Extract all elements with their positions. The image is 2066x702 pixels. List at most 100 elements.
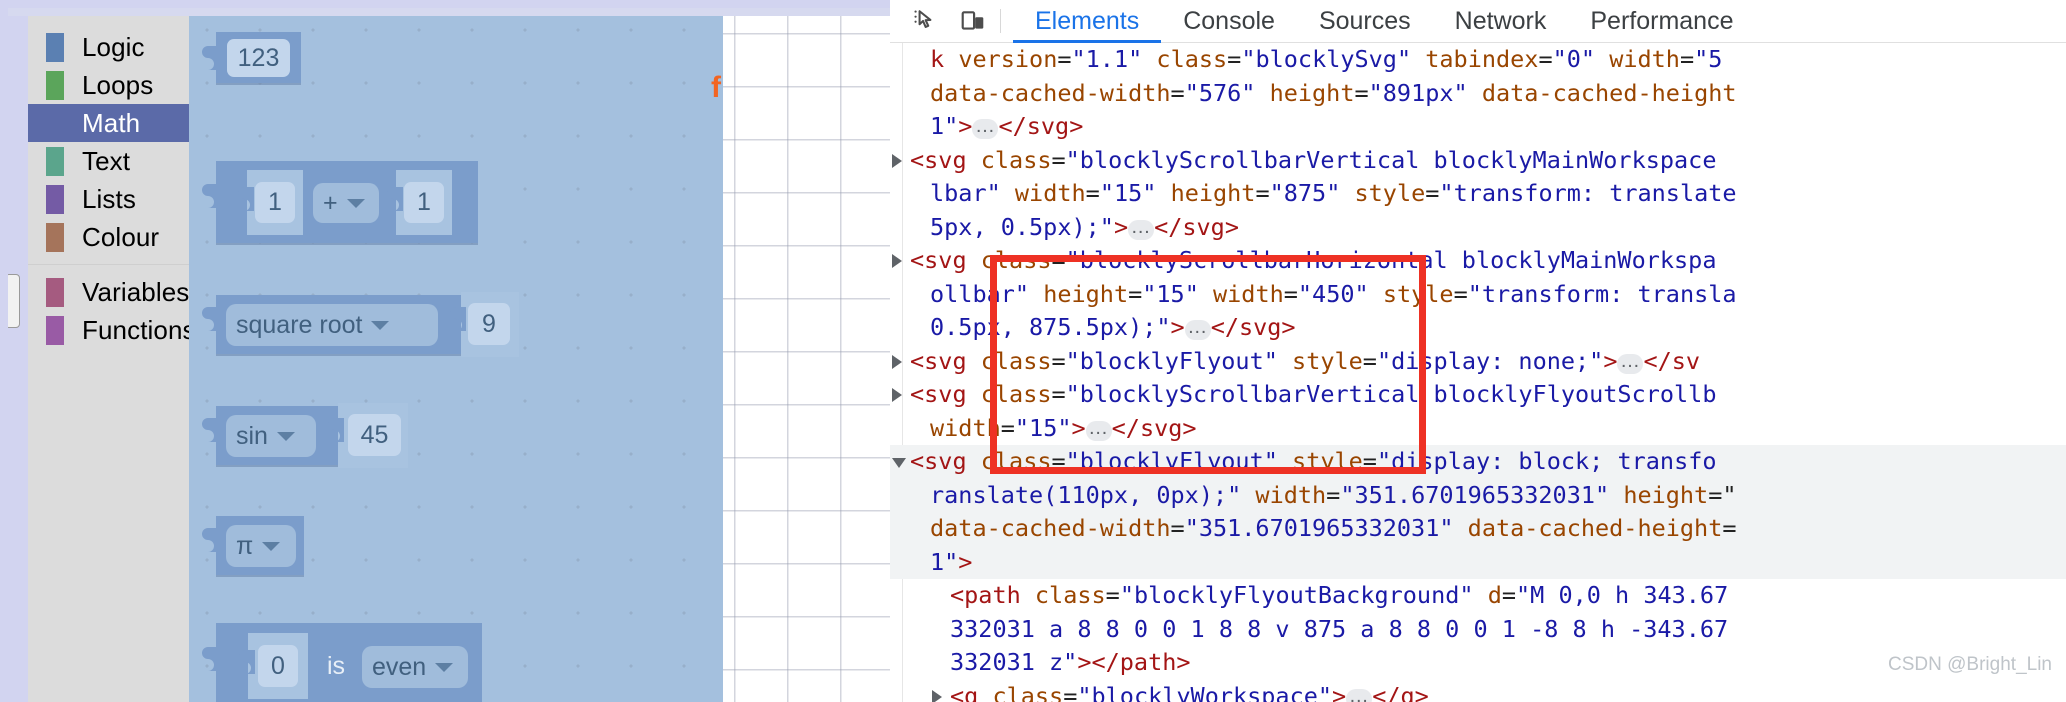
- root-value-field[interactable]: 9: [468, 303, 510, 345]
- code-token-plain: =: [1063, 681, 1078, 702]
- toolbox-category-math[interactable]: Math: [28, 104, 189, 142]
- toolbox-category-text[interactable]: Text: [28, 142, 189, 180]
- dom-tree-line[interactable]: 1">… </svg>: [890, 110, 2066, 144]
- tree-collapsed-arrow-icon[interactable]: [932, 689, 942, 702]
- dom-tree-line[interactable]: <g class="blocklyWorkspace">… </g>: [890, 680, 2066, 702]
- code-token-val: "blocklySvg": [1241, 45, 1412, 73]
- toolbox-category-functions[interactable]: Functions: [28, 311, 196, 349]
- collapsed-children-icon[interactable]: …: [1346, 686, 1373, 702]
- property-dropdown[interactable]: even: [362, 646, 468, 688]
- code-token-attr: class: [980, 145, 1052, 174]
- dom-tree-line[interactable]: <path class="blocklyFlyoutBackground" d=…: [890, 579, 2066, 613]
- blockly-toolbox[interactable]: Logic Loops Math Text Lists Colour Variables Fu…: [28, 16, 196, 702]
- dom-tree-line[interactable]: 332031 a 8 8 0 0 1 8 8 v 875 a 8 8 0 0 1…: [890, 613, 2066, 647]
- block-math-number-property[interactable]: 0 is even: [202, 623, 482, 702]
- toolbar-divider: [1000, 9, 1001, 33]
- code-token-val: "display: block; transfo: [1376, 447, 1717, 475]
- toolbox-category-colour[interactable]: Colour: [28, 218, 189, 256]
- operator-dropdown[interactable]: +: [313, 183, 379, 223]
- dom-tree-line[interactable]: 0.5px, 875.5px);">… </svg>: [890, 311, 2066, 345]
- tree-collapsed-arrow-icon[interactable]: [892, 388, 902, 402]
- block-math-constant[interactable]: π: [202, 516, 304, 575]
- category-color-swatch: [46, 33, 64, 62]
- socket-b-notch-icon: [385, 187, 403, 221]
- dom-tree-line[interactable]: k version="1.1" class="blocklySvg" tabin…: [890, 43, 2066, 77]
- trig-value-field[interactable]: 45: [348, 414, 401, 456]
- dom-tree-line[interactable]: <svg class="blocklyScrollbarVertical blo…: [890, 144, 2066, 178]
- code-token-plain: =: [1000, 413, 1015, 442]
- code-token-attr: height: [1170, 179, 1256, 207]
- devtools-tab-performance[interactable]: Performance: [1568, 0, 1755, 42]
- code-token-tagc: >: [1170, 313, 1185, 341]
- toolbox-category-loops[interactable]: Loops: [28, 66, 189, 104]
- number-field[interactable]: 123: [227, 39, 290, 77]
- dom-tree-line[interactable]: <svg class="blocklyScrollbarHorizontal b…: [890, 244, 2066, 278]
- operand-b-field[interactable]: 1: [404, 182, 444, 223]
- code-token-val: "blocklyScrollbarVertical blocklyMainWor…: [1065, 145, 1717, 174]
- constant-dropdown[interactable]: π: [226, 525, 296, 567]
- dom-tree-line[interactable]: data-cached-width="576" height="891px" d…: [890, 77, 2066, 111]
- code-token-plain: =: [1085, 179, 1100, 207]
- collapsed-children-icon[interactable]: …: [1128, 217, 1155, 240]
- elements-tree[interactable]: k version="1.1" class="blocklySvg" tabin…: [890, 43, 2066, 702]
- inspect-element-icon[interactable]: [908, 6, 942, 36]
- device-toolbar-icon[interactable]: [956, 6, 990, 36]
- code-token-tagc: </g>: [1372, 681, 1429, 702]
- block-math-number[interactable]: 123: [202, 32, 301, 83]
- chevron-down-icon: [276, 431, 295, 441]
- dom-tree-line[interactable]: data-cached-width="351.6701965332031" da…: [890, 512, 2066, 546]
- dom-tree-line[interactable]: <svg class="blocklyFlyout" style="displa…: [890, 345, 2066, 379]
- tree-collapsed-arrow-icon[interactable]: [892, 254, 902, 268]
- trig-operator-dropdown[interactable]: sin: [226, 415, 316, 457]
- code-token-val: "5: [1694, 45, 1723, 73]
- code-token-attr: height: [1623, 480, 1709, 509]
- toolbox-category-lists[interactable]: Lists: [28, 180, 189, 218]
- toolbox-category-variables[interactable]: Variables: [28, 273, 189, 311]
- property-value-field[interactable]: 0: [258, 645, 298, 687]
- tree-collapsed-arrow-icon[interactable]: [892, 354, 902, 369]
- dom-tree-line[interactable]: width="15">… </svg>: [890, 412, 2066, 446]
- collapsed-children-icon[interactable]: …: [1184, 317, 1211, 340]
- code-token-val: "875": [1269, 179, 1341, 207]
- tree-expanded-arrow-icon[interactable]: [892, 458, 906, 468]
- dom-tree-line[interactable]: ollbar" height="15" width="450" style="t…: [890, 278, 2066, 312]
- dom-tree-line[interactable]: lbar" width="15" height="875" style="tra…: [890, 177, 2066, 211]
- devtools-tab-network[interactable]: Network: [1433, 0, 1569, 42]
- dom-tree-line[interactable]: 1">: [890, 545, 2066, 579]
- devtools-tab-console[interactable]: Console: [1161, 0, 1297, 42]
- devtools-tabbar: Elements Console Sources Network Performance: [890, 0, 2066, 43]
- dom-line-content: k version="1.1" class="blocklySvg" tabin…: [930, 45, 1722, 73]
- toolbox-top-spacer: [28, 16, 189, 28]
- collapse-handle[interactable]: [8, 274, 20, 328]
- tree-collapsed-arrow-icon[interactable]: [892, 153, 902, 168]
- collapsed-children-icon[interactable]: …: [1617, 351, 1644, 374]
- dom-line-content: <svg class="blocklyFlyout" style="displa…: [910, 347, 1700, 375]
- devtools-tab-sources[interactable]: Sources: [1297, 0, 1433, 42]
- devtools-tab-elements[interactable]: Elements: [1013, 0, 1161, 42]
- dom-tree-line[interactable]: <svg class="blocklyFlyout" style="displa…: [890, 445, 2066, 479]
- dom-line-content: data-cached-width="351.6701965332031" da…: [930, 514, 1737, 542]
- block-math-arithmetic[interactable]: 1 + 1: [202, 161, 478, 243]
- dom-tree-line[interactable]: ranslate(110px, 0px);" width="351.670196…: [890, 478, 2066, 512]
- operand-a-field[interactable]: 1: [255, 182, 295, 223]
- dom-line-content: ollbar" height="15" width="450" style="t…: [930, 280, 1737, 308]
- code-token-val: "blocklyFlyout": [1065, 447, 1278, 475]
- collapsed-children-icon[interactable]: …: [1085, 418, 1112, 441]
- toolbox-category-logic[interactable]: Logic: [28, 28, 189, 66]
- output-plug-icon: [200, 418, 218, 452]
- collapsed-children-icon[interactable]: …: [972, 116, 999, 139]
- dom-tree-line[interactable]: <svg class="blocklyScrollbarVertical blo…: [890, 378, 2066, 412]
- dom-tree-line[interactable]: 5px, 0.5px);">… </svg>: [890, 211, 2066, 245]
- code-token-plain: =: [1170, 514, 1185, 542]
- block-math-single[interactable]: square root 9: [202, 292, 519, 357]
- root-operator-dropdown[interactable]: square root: [226, 304, 438, 346]
- blockly-flyout[interactable]: 123 1 + 1 square root 9 sin 45 π 0 is ev…: [189, 16, 723, 702]
- block-math-trig[interactable]: sin 45: [202, 403, 408, 468]
